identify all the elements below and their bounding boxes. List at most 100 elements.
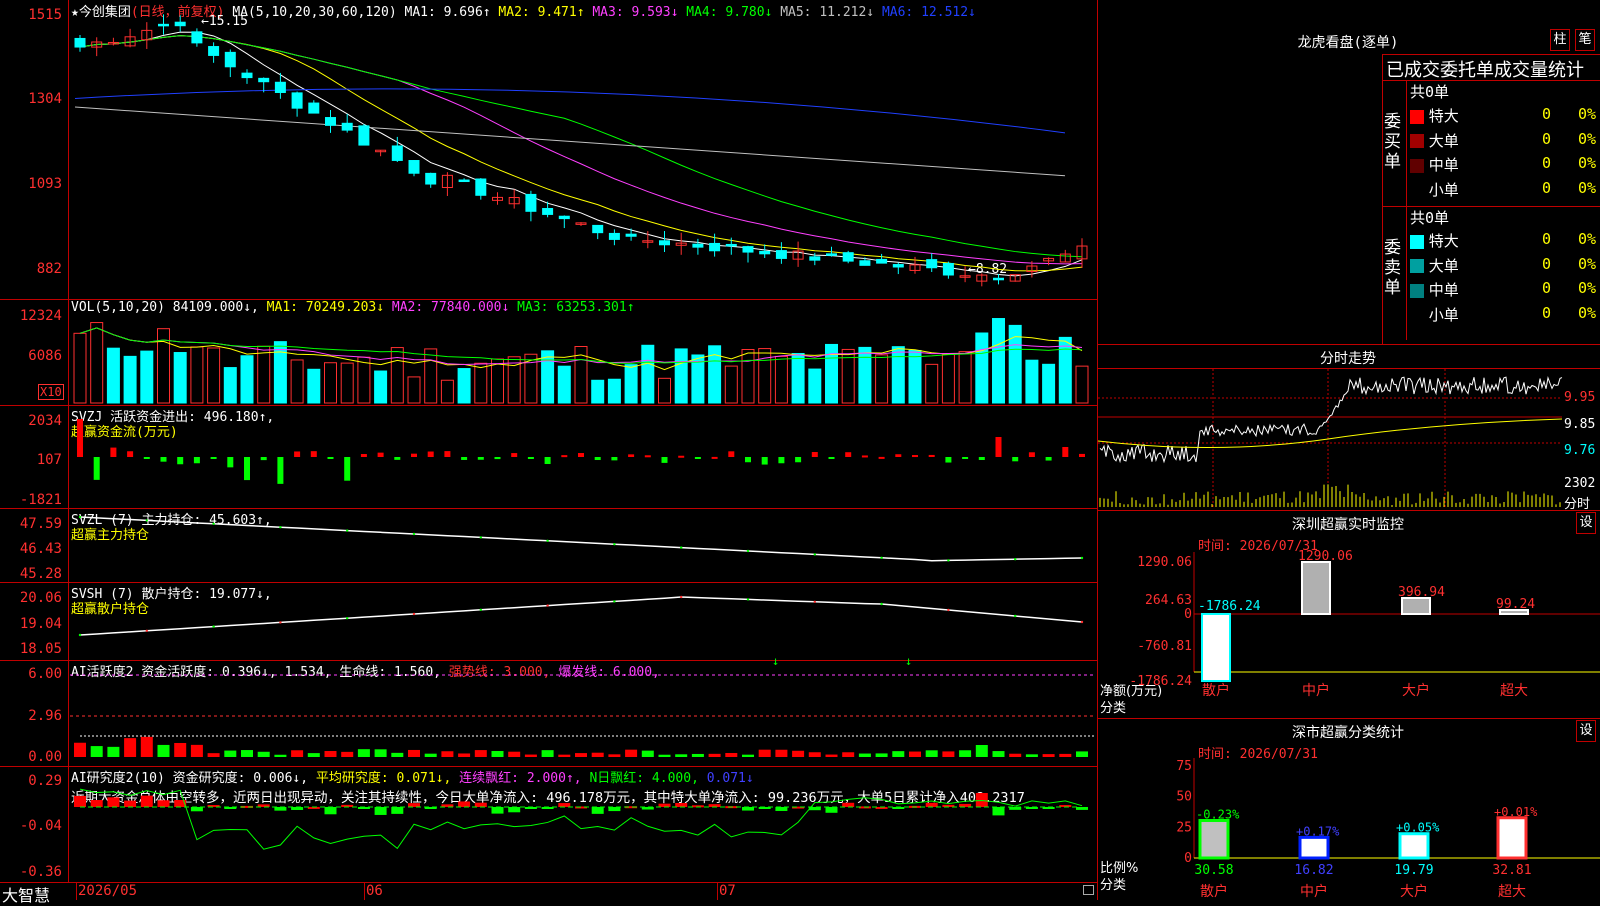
holding-dot [680,595,683,599]
ratio-bar [1298,835,1330,860]
candle-body [158,23,169,27]
flow-bar [377,452,384,457]
holding-dot [1080,556,1084,560]
holding-dot [680,546,683,549]
main-holding-chart[interactable] [70,509,1096,581]
volume-bar [724,365,738,404]
candle-body [241,72,253,79]
ai-research-chart[interactable] [70,767,1096,881]
order-percent: 0% [1578,178,1597,197]
category-label: 中户 [1302,682,1330,699]
volume-bar [658,377,671,404]
research-bar [124,800,137,807]
flow-bar [461,457,468,460]
activity-bar [408,749,420,757]
svzl-ytick: 45.28 [19,566,62,582]
flow-bar [728,451,735,457]
activity-bar [74,742,86,757]
flow-bar [77,419,83,457]
volume-bar [474,362,488,404]
activity-bar [190,744,203,757]
holding-dot [546,604,549,607]
activity-bar [1025,754,1038,757]
sz-class-title: 深市超赢分类统计 [1292,725,1404,741]
candle-body [826,253,837,256]
volume-bar [875,354,889,404]
kline-ytick: 882 [36,261,62,277]
activity-bar [424,753,437,757]
volume-bar [591,379,605,404]
research-bar [190,807,203,812]
candle-body [542,208,554,215]
change-label: +0.05% [1396,821,1440,835]
volume-chart[interactable] [70,300,1096,404]
candle-body [608,232,620,240]
volume-bar [758,348,772,404]
ai2-ytick: -0.04 [19,818,62,834]
volume-bar [958,351,972,404]
volume-bar [641,344,655,404]
sz-monitor-settings-button[interactable]: 设 [1576,512,1596,534]
research-bar [491,807,504,814]
buy-row: 特大 0 0% [1410,105,1598,126]
activity-bar [224,750,237,757]
flow-bar [611,457,618,461]
lock-icon[interactable] [1083,885,1094,895]
ratio-bar [1198,818,1230,860]
sz-class-settings-button[interactable]: 设 [1576,720,1596,742]
bar-mode-button[interactable]: 柱 [1550,29,1570,51]
holding-dot [947,559,950,562]
activity-bar [792,750,805,757]
candle-body [725,243,737,247]
order-count: 0 [1542,303,1552,322]
retail-holding-chart[interactable] [70,583,1096,659]
volume-ma-line [79,327,1083,364]
intraday-chart[interactable] [1097,369,1563,509]
capital-flow-chart[interactable] [70,406,1096,507]
flow-bar [678,455,685,458]
sz-class-xlabel: 分类 [1100,878,1127,893]
ai-activity-chart[interactable]: ↓ ↓ [70,654,1096,765]
sz-monitor-bar-chart[interactable]: 1290.06264.630-760.81-1786.24-1786.24散户1… [1098,549,1600,718]
volume-bar [557,365,571,404]
flow-bar [594,457,601,461]
flow-bar [1079,453,1085,457]
intraday-ytick: 9.95 [1564,390,1596,405]
kline-ytick: 1304 [28,91,62,107]
order-percent: 0% [1578,230,1597,248]
ratio-value: 16.82 [1294,863,1333,878]
order-size-label: 特大 [1424,107,1459,125]
research-bar [107,797,120,807]
volume-bar [106,347,120,404]
order-count: 0 [1542,154,1552,172]
volume-bar [140,350,154,404]
bar-value-label: 99.24 [1496,597,1535,612]
intraday-ytick: 9.76 [1564,443,1596,458]
volume-bar [908,349,922,404]
tick-mode-button[interactable]: 笔 [1575,29,1595,51]
buy-row: 中单 0 0% [1410,154,1598,175]
y-tick: 1290.06 [1137,555,1192,570]
order-count: 0 [1542,178,1552,197]
candle-body [558,215,570,220]
legend-swatch [1410,109,1424,124]
intraday-title: 分时走势 [1320,351,1376,367]
sell-row: 大单 0 0% [1410,255,1598,276]
svzl-ytick: 46.43 [19,541,62,557]
sz-class-bar-chart[interactable]: 75 50 25 0 -0.23% 30.58 散户 +0.17% 16.82 中户 +0.05% 1… [1098,758,1600,900]
candlestick-chart[interactable] [70,0,1096,298]
flow-bar [795,457,802,463]
date-axis: 大智慧 2026/05 06 07 [0,882,1098,905]
volume-bar [1042,363,1056,404]
candle-body [458,179,470,183]
y-tick: 25 [1176,820,1192,835]
volume-bar [324,362,337,404]
activity-bar [708,753,721,757]
date-label: 07 [719,883,736,899]
flow-bar [210,457,217,459]
main-chart-area[interactable]: ★今创集团(日线，前复权) MA(5,10,20,30,60,120) MA1:… [0,0,1098,905]
sell-row: 小单 0 0% [1410,304,1598,325]
category-label: 中户 [1300,883,1328,900]
candle-body [208,46,220,56]
holding-dot [947,608,950,612]
